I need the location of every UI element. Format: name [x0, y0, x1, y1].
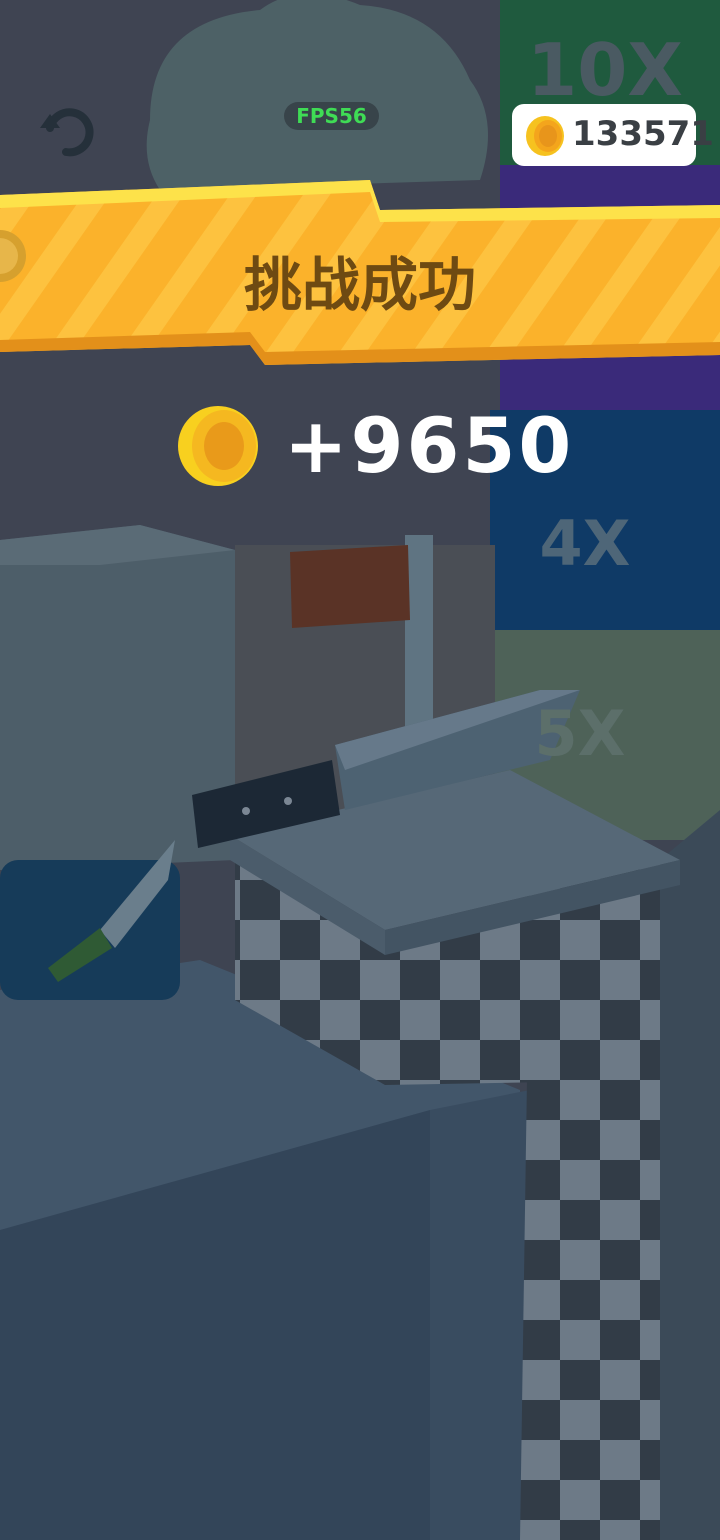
flag [290, 545, 410, 628]
multiplier-5x: 5X [535, 697, 626, 770]
coin-balance: 133571 [512, 104, 714, 166]
fps-counter: FPS56 [284, 102, 379, 130]
undo-icon[interactable] [36, 98, 102, 164]
coin-balance-value: 133571 [572, 114, 714, 154]
coin-icon [526, 116, 564, 156]
game-scene: 10X 4X 5X [0, 0, 720, 1540]
multiplier-4x: 4X [540, 507, 631, 580]
multiplier-10x: 10X [527, 28, 683, 112]
reward-amount: +9650 [284, 401, 575, 490]
coin-icon [178, 406, 258, 486]
challenge-success-title: 挑战成功 [243, 251, 476, 319]
